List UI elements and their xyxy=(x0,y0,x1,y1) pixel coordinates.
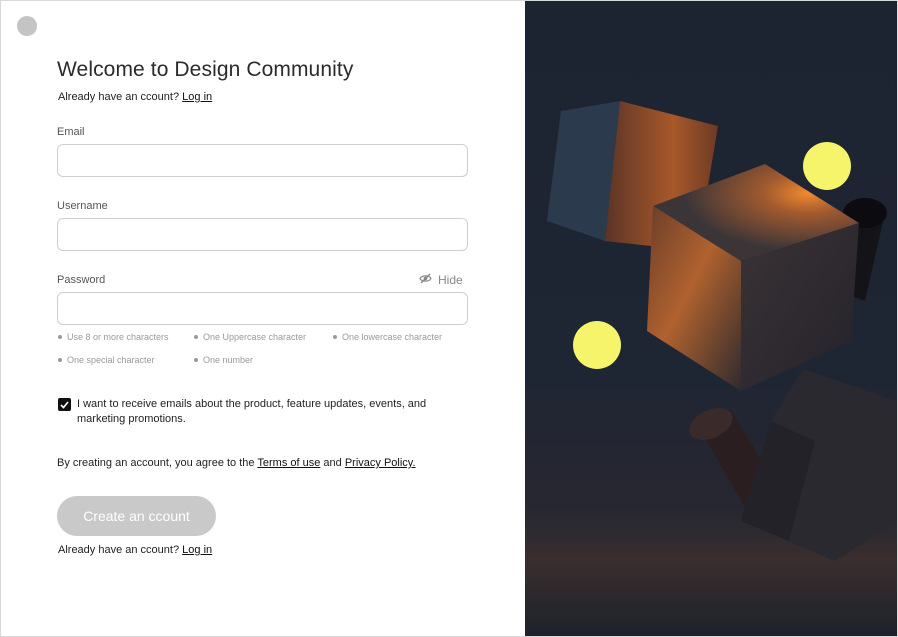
login-prompt-top: Already have an ccount? Log in xyxy=(58,91,212,103)
yellow-orb-shape xyxy=(803,142,851,190)
marketing-checkbox[interactable] xyxy=(58,398,71,411)
hero-illustration xyxy=(525,1,897,636)
username-label: Username xyxy=(57,200,108,212)
hint-bullet xyxy=(194,358,198,362)
password-hint: One Uppercase character xyxy=(194,332,306,342)
hint-bullet xyxy=(194,335,198,339)
hint-bullet xyxy=(333,335,337,339)
consent-text: By creating an account, you agree to the xyxy=(57,457,255,469)
hint-text: Use 8 or more characters xyxy=(67,332,169,342)
password-field[interactable] xyxy=(57,292,468,325)
password-hint: Use 8 or more characters xyxy=(58,332,169,342)
large-cube-shape xyxy=(647,164,859,391)
password-hint: One special character xyxy=(58,355,155,365)
password-hint: One number xyxy=(194,355,253,365)
hint-bullet xyxy=(58,335,62,339)
password-hint: One lowercase character xyxy=(333,332,442,342)
email-field[interactable] xyxy=(57,144,468,177)
hint-text: One number xyxy=(203,355,254,365)
email-label: Email xyxy=(57,126,85,138)
yellow-orb-shape xyxy=(573,321,621,369)
signup-panel: Welcome to Design Community Already have… xyxy=(1,1,525,636)
terms-of-use-link[interactable]: Terms of use xyxy=(257,457,320,469)
marketing-checkbox-label: I want to receive emails about the produ… xyxy=(77,398,427,425)
hint-text: One lowercase character xyxy=(342,332,443,342)
page-title: Welcome to Design Community xyxy=(57,58,354,81)
create-account-button[interactable]: Create an ccount xyxy=(57,496,216,536)
password-label: Password xyxy=(57,274,106,286)
hint-bullet xyxy=(58,358,62,362)
eye-slash-icon xyxy=(419,273,432,287)
login-prompt-bottom: Already have an ccount? Log in xyxy=(58,544,212,556)
terms-consent: By creating an account, you agree to the… xyxy=(57,457,416,469)
login-prompt-text: Already have an ccount? xyxy=(58,544,180,556)
hint-text: One special character xyxy=(67,355,155,365)
login-link-bottom[interactable]: Log in xyxy=(182,544,212,556)
consent-and: and xyxy=(323,457,342,469)
hint-text: One Uppercase character xyxy=(203,332,307,342)
privacy-policy-link[interactable]: Privacy Policy. xyxy=(345,457,416,469)
password-visibility-toggle[interactable]: Hide xyxy=(419,273,463,287)
login-link-top[interactable]: Log in xyxy=(182,91,212,103)
logo-icon xyxy=(17,16,37,36)
hide-label: Hide xyxy=(438,273,463,287)
username-field[interactable] xyxy=(57,218,468,251)
login-prompt-text: Already have an ccount? xyxy=(58,91,180,103)
signup-window: Welcome to Design Community Already have… xyxy=(0,0,898,637)
abstract-3d-shapes-illustration xyxy=(525,101,897,636)
check-icon xyxy=(60,400,69,409)
